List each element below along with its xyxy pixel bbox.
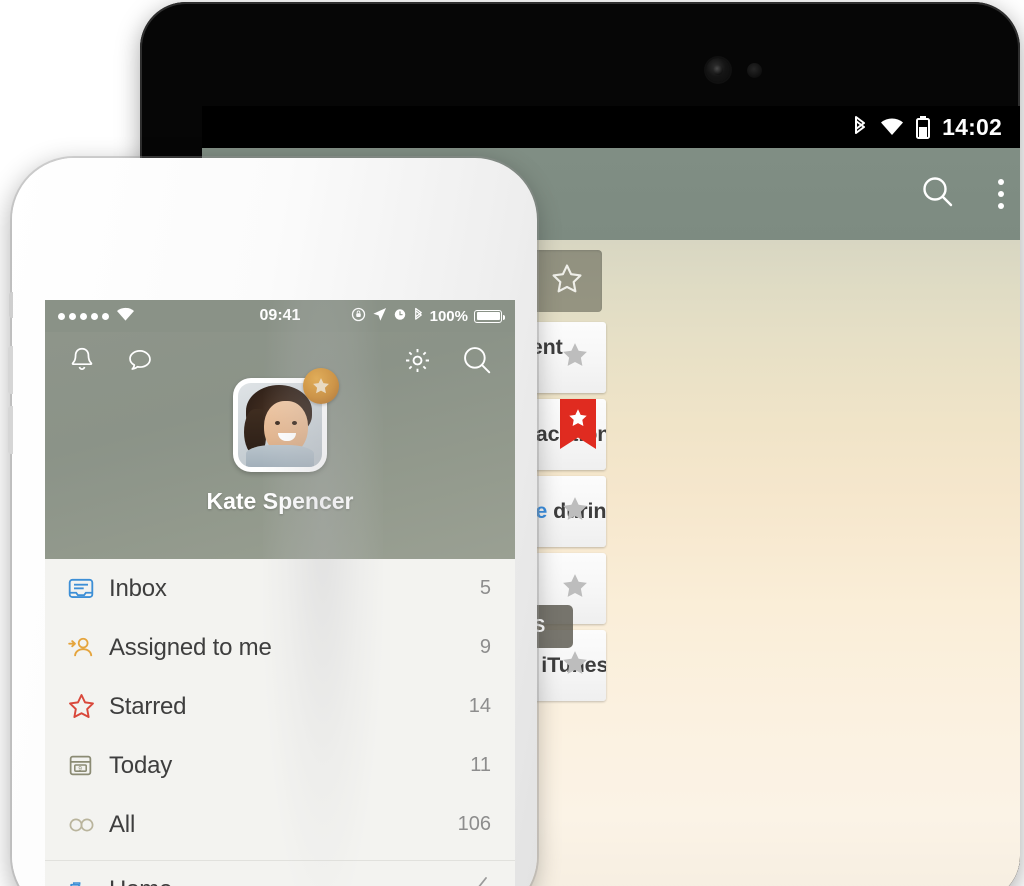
infinity-icon xyxy=(67,814,109,836)
phone-header-right-group xyxy=(402,344,493,381)
star-outline-icon[interactable] xyxy=(550,262,584,301)
sidebar-item-all[interactable]: All 106 xyxy=(45,795,515,854)
wifi-icon xyxy=(880,117,904,137)
sidebar-item-count: 14 xyxy=(468,695,491,717)
sidebar-item-count: 5 xyxy=(479,577,491,599)
star-icon[interactable] xyxy=(560,571,594,606)
iphone-device: 09:41 100% Kate Spencer Inbox 5 Assigned… xyxy=(8,158,537,886)
user-name-label: Kate Spencer xyxy=(206,488,354,514)
tablet-front-camera-icon xyxy=(706,58,730,82)
battery-icon xyxy=(915,115,931,139)
sidebar-item-count: 106 xyxy=(457,813,491,835)
bluetooth-icon xyxy=(851,115,869,139)
assigned-user-icon xyxy=(67,634,109,662)
wifi-icon xyxy=(116,307,135,326)
sidebar-item-label: Today xyxy=(109,751,173,779)
star-icon[interactable] xyxy=(560,648,594,683)
svg-text:9: 9 xyxy=(78,765,82,772)
sidebar-item-count: 11 xyxy=(470,754,491,776)
alarm-icon xyxy=(393,307,407,325)
sidebar-item-label: Inbox xyxy=(109,574,167,602)
star-badge-icon xyxy=(303,368,339,404)
phone-volume-down-button[interactable] xyxy=(8,406,13,454)
screenshot-stage: 14:02 09:41 100% Kate Spencer Inbox 5 As… xyxy=(0,0,1024,886)
phone-screen: 09:41 100% Kate Spencer Inbox 5 Assigned… xyxy=(45,300,515,886)
search-icon[interactable] xyxy=(920,174,956,215)
phone-header-toolbar xyxy=(45,344,515,381)
search-icon[interactable] xyxy=(461,344,493,381)
sidebar-item-label: Home xyxy=(109,876,172,886)
location-arrow-icon xyxy=(372,307,387,326)
inbox-icon xyxy=(67,575,109,603)
sidebar-item-inbox[interactable]: Inbox 5 xyxy=(45,559,515,618)
sidebar-item-count: 9 xyxy=(479,636,491,658)
sidebar-item-label: All xyxy=(109,810,136,838)
sidebar-item-today[interactable]: 9 Today 11 xyxy=(45,736,515,795)
chevron-left-icon[interactable] xyxy=(473,874,491,886)
rotation-lock-icon xyxy=(351,307,366,326)
sidebar-item-label: Starred xyxy=(109,692,187,720)
battery-icon xyxy=(474,309,505,323)
star-icon xyxy=(67,692,109,721)
bell-icon[interactable] xyxy=(67,345,97,380)
sidebar-item-label: Assigned to me xyxy=(109,633,272,661)
phone-sidebar-list: Inbox 5 Assigned to me 9 Starred 14 9 To… xyxy=(45,300,515,886)
tablet-sensor-icon xyxy=(747,63,762,78)
android-clock: 14:02 xyxy=(942,113,1002,140)
signal-dots-icon xyxy=(58,312,109,320)
overflow-menu-icon[interactable] xyxy=(990,175,1012,213)
chat-bubble-icon[interactable] xyxy=(125,345,155,380)
star-icon[interactable] xyxy=(560,340,594,375)
phone-app-header: Kate Spencer xyxy=(45,332,515,559)
folder-icon xyxy=(67,877,109,886)
avatar-container[interactable] xyxy=(233,368,339,472)
phone-volume-up-button[interactable] xyxy=(8,346,13,394)
star-icon[interactable] xyxy=(560,494,594,529)
android-status-bar: 14:02 xyxy=(202,106,1020,148)
sidebar-item-home[interactable]: Home xyxy=(45,861,515,886)
bluetooth-icon xyxy=(413,307,424,326)
battery-percent-label: 100% xyxy=(429,307,468,325)
sidebar-item-assigned-to-me[interactable]: Assigned to me 9 xyxy=(45,618,515,677)
sidebar-item-starred[interactable]: Starred 14 xyxy=(45,677,515,736)
avatar[interactable] xyxy=(233,368,339,472)
ios-status-right-group: 100% xyxy=(351,307,505,326)
calendar-icon: 9 xyxy=(67,752,109,779)
phone-mute-switch[interactable] xyxy=(9,292,13,318)
ios-status-bar: 09:41 100% xyxy=(45,300,515,332)
gear-icon[interactable] xyxy=(402,345,433,381)
